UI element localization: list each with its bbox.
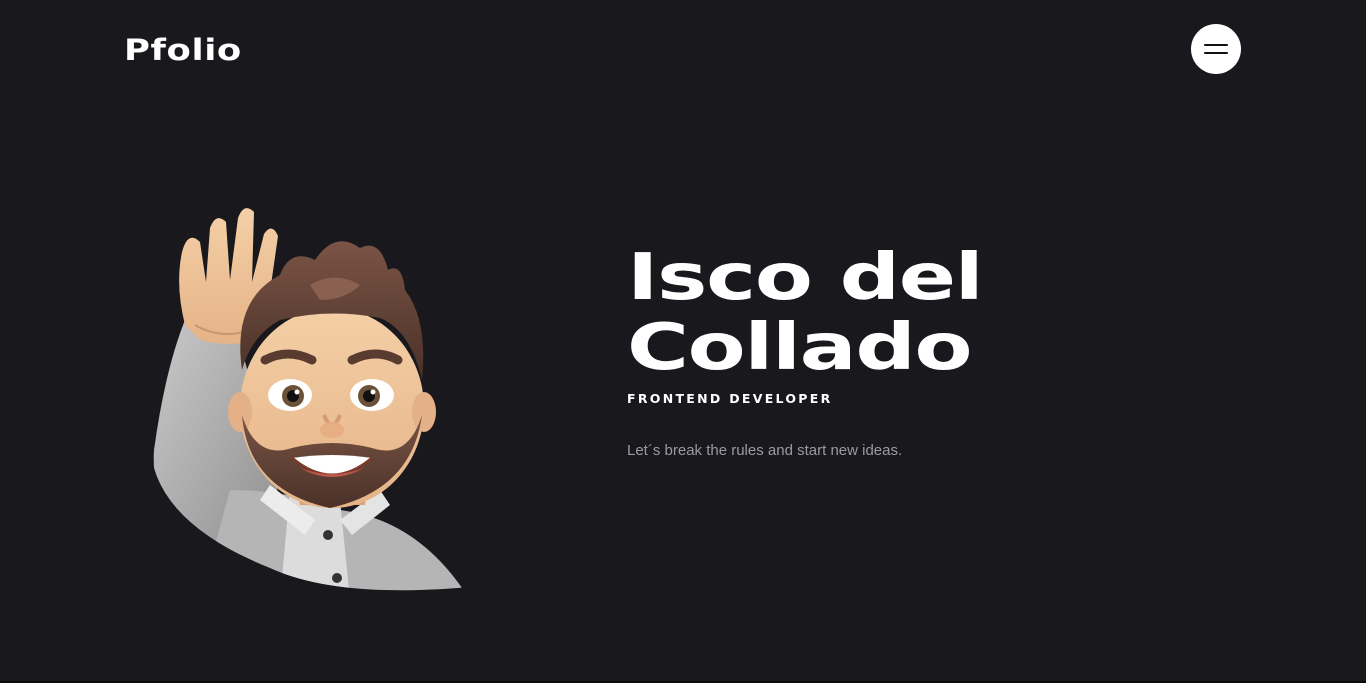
menu-button[interactable] <box>1191 24 1241 74</box>
hero-name: Isco del Collado <box>627 243 990 383</box>
hero-section: Isco del Collado FRONTEND DEVELOPER Let´… <box>627 243 984 459</box>
hero-role: FRONTEND DEVELOPER <box>627 391 833 406</box>
hero-name-line-1: Isco del <box>627 241 984 315</box>
waving-memoji-avatar <box>153 208 470 591</box>
hero-name-line-2: Collado <box>627 311 973 385</box>
hero-tagline: Let´s break the rules and start new idea… <box>627 442 903 459</box>
logo[interactable]: Pfolio <box>124 33 242 67</box>
